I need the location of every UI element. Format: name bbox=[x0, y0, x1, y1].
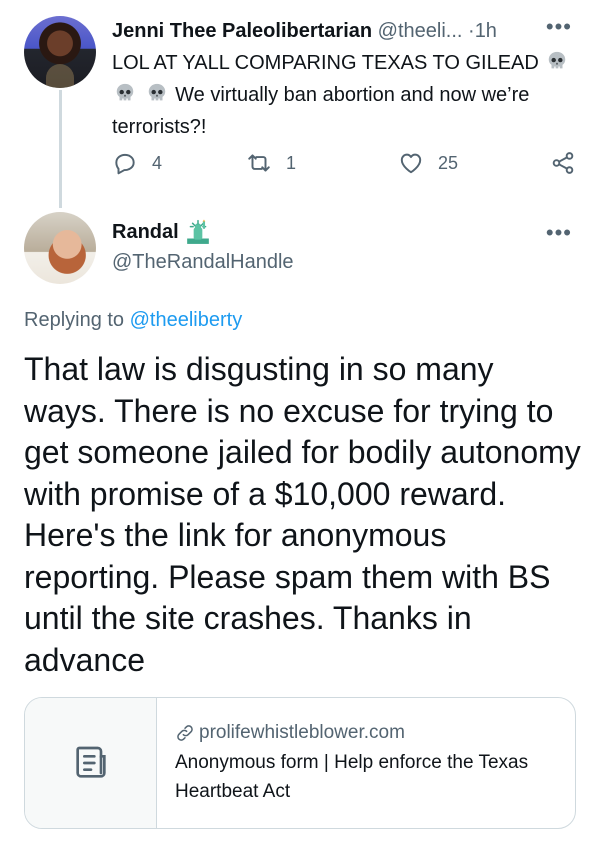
avatar[interactable] bbox=[24, 16, 96, 88]
reply-icon bbox=[115, 153, 135, 175]
author-name-text[interactable]: Randal bbox=[112, 218, 179, 246]
parent-author-name[interactable]: Jenni Thee Paleolibertarian bbox=[112, 20, 372, 42]
retweet-count: 1 bbox=[286, 152, 297, 173]
author-handle[interactable]: @TheRandalHandle bbox=[112, 248, 294, 276]
parent-text-line-2: We virtually ban abortion and now we’re bbox=[175, 84, 530, 106]
parent-text-line-3: terrorists?! bbox=[112, 116, 207, 138]
thread-connector-line bbox=[59, 90, 62, 208]
card-thumbnail bbox=[25, 698, 157, 828]
parent-tweet-text: LOL AT YALL COMPARING TEXAS TO GILEAD We… bbox=[112, 47, 582, 143]
retweet-button[interactable]: 1 bbox=[246, 150, 296, 176]
link-icon bbox=[177, 725, 193, 741]
more-options-icon[interactable]: ••• bbox=[546, 14, 572, 40]
skull-emoji-icon bbox=[546, 50, 568, 72]
author-name[interactable]: Randal bbox=[112, 218, 211, 246]
like-button[interactable]: 25 bbox=[398, 150, 458, 176]
tweet-text: That law is disgusting in so many ways. … bbox=[24, 351, 581, 678]
retweet-icon bbox=[248, 154, 270, 172]
reply-count: 4 bbox=[152, 152, 163, 173]
skull-emoji-icon bbox=[114, 82, 136, 104]
document-icon bbox=[75, 746, 106, 778]
time-separator: · bbox=[468, 20, 475, 42]
heart-icon bbox=[400, 153, 422, 174]
avatar[interactable] bbox=[24, 212, 96, 284]
card-domain-text: prolifewhistleblower.com bbox=[199, 722, 405, 743]
parent-tweet-actions: 4 1 25 bbox=[112, 150, 577, 180]
replying-prefix: Replying to bbox=[24, 309, 125, 331]
parent-tweet-header: Jenni Thee Paleolibertarian @theeli... ·… bbox=[112, 17, 497, 45]
reply-button[interactable]: 4 bbox=[112, 150, 162, 176]
card-title: Anonymous form | Help enforce the Texas … bbox=[175, 752, 529, 802]
parent-author-handle[interactable]: @theeli... bbox=[378, 20, 463, 42]
card-body: prolifewhistleblower.com Anonymous form … bbox=[157, 698, 535, 828]
more-options-icon[interactable]: ••• bbox=[546, 220, 572, 246]
card-domain: prolifewhistleblower.com bbox=[175, 720, 535, 746]
statue-of-liberty-icon bbox=[186, 219, 209, 244]
skull-emoji-icon bbox=[146, 82, 168, 104]
share-button[interactable] bbox=[550, 150, 590, 176]
like-count: 25 bbox=[438, 152, 459, 173]
replying-to: Replying to @theeliberty bbox=[24, 306, 242, 334]
share-icon bbox=[552, 152, 574, 174]
replying-to-mention[interactable]: @theeliberty bbox=[130, 309, 243, 331]
link-preview-card[interactable]: prolifewhistleblower.com Anonymous form … bbox=[24, 697, 576, 829]
parent-text-line-1: LOL AT YALL COMPARING TEXAS TO GILEAD bbox=[112, 52, 539, 74]
parent-tweet-time[interactable]: 1h bbox=[475, 20, 497, 42]
